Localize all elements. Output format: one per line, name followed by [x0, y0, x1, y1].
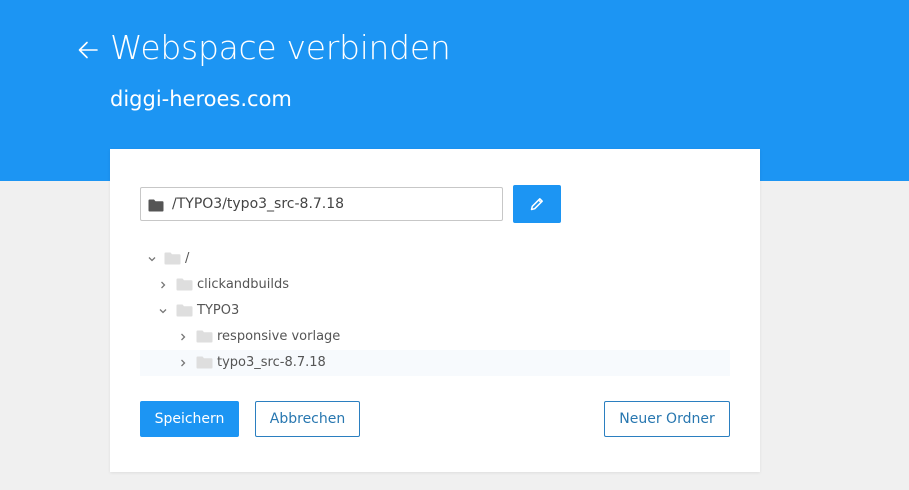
folder-icon: [196, 356, 213, 369]
chevron-right-icon[interactable]: [159, 281, 167, 289]
cancel-button[interactable]: Abbrechen: [255, 401, 360, 437]
tree-item-label: clickandbuilds: [197, 277, 290, 292]
tree-item-typo3[interactable]: TYPO3: [140, 298, 730, 324]
chevron-right-icon[interactable]: [179, 333, 187, 341]
tree-item-clickandbuilds[interactable]: clickandbuilds: [140, 272, 730, 298]
tree-item-typo3-src[interactable]: typo3_src-8.7.18: [140, 350, 730, 376]
folder-icon: [164, 252, 181, 265]
tree-item-root[interactable]: /: [140, 246, 730, 272]
tree-item-label: responsive vorlage: [217, 329, 341, 344]
folder-picker-card: / clickandbuilds TYPO3: [110, 149, 760, 472]
tree-item-responsive-vorlage[interactable]: responsive vorlage: [140, 324, 730, 350]
edit-path-button[interactable]: [513, 185, 561, 223]
save-button[interactable]: Speichern: [140, 401, 239, 437]
page-title: Webspace verbinden: [110, 28, 451, 67]
chevron-down-icon[interactable]: [159, 307, 167, 315]
path-field: [140, 187, 503, 221]
path-input[interactable]: [172, 188, 497, 220]
folder-icon: [196, 330, 213, 343]
chevron-down-icon[interactable]: [148, 255, 156, 263]
new-folder-button[interactable]: Neuer Ordner: [604, 401, 730, 437]
tree-item-label: /: [185, 251, 190, 266]
folder-icon: [176, 304, 193, 317]
chevron-right-icon[interactable]: [179, 359, 187, 367]
tree-item-label: typo3_src-8.7.18: [217, 355, 326, 370]
pencil-icon: [530, 198, 543, 211]
domain-name: diggi-heroes.com: [110, 87, 292, 111]
arrow-left-icon[interactable]: [76, 38, 100, 62]
folder-icon: [148, 197, 164, 216]
tree-item-label: TYPO3: [197, 303, 240, 318]
folder-icon: [176, 278, 193, 291]
